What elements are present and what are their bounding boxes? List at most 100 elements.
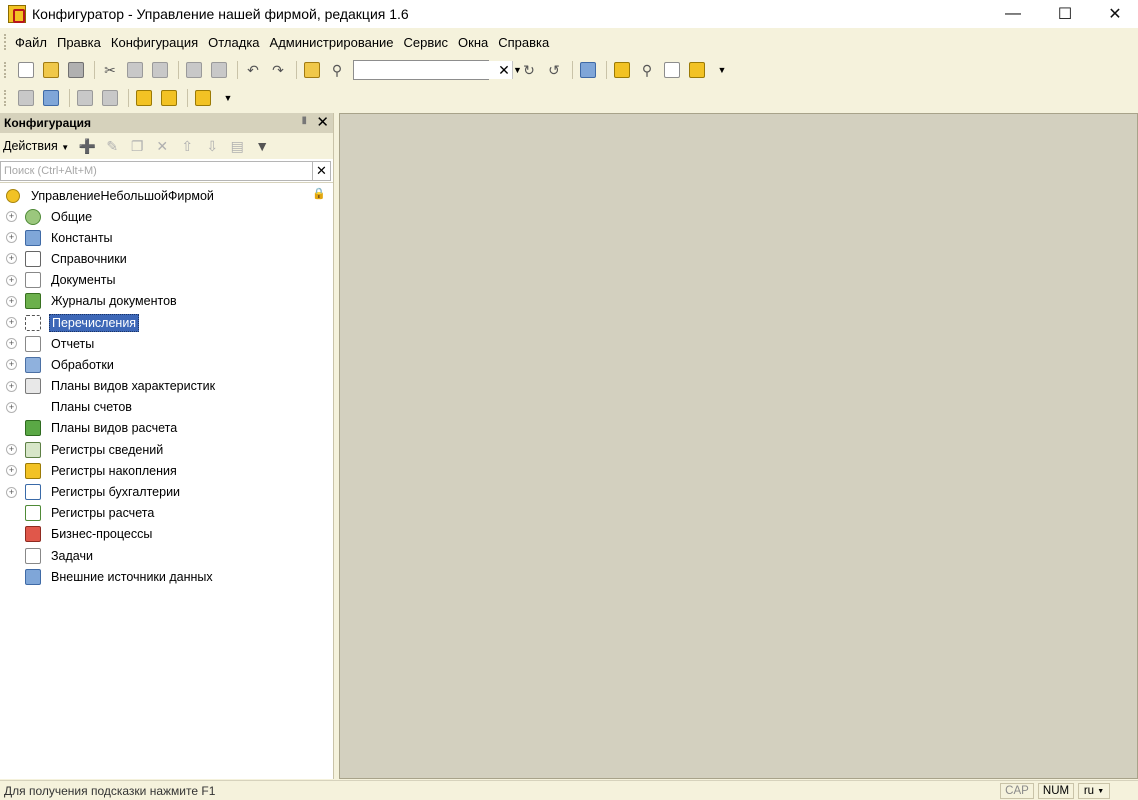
tree-root[interactable]: УправлениеНебольшойФирмой 🔒 bbox=[0, 185, 332, 206]
tree-item-journals[interactable]: + Журналы документов bbox=[0, 291, 332, 312]
menu-service[interactable]: Сервис bbox=[404, 33, 449, 52]
run-enterprise-button[interactable] bbox=[158, 87, 180, 109]
print-preview-button[interactable] bbox=[208, 59, 230, 81]
filter-button[interactable]: ▼ bbox=[252, 136, 272, 156]
tree-item-processing[interactable]: + Обработки bbox=[0, 354, 332, 375]
clear-search-button[interactable]: ✕ bbox=[493, 59, 515, 81]
debug-connect-button[interactable] bbox=[192, 87, 214, 109]
windows-button[interactable] bbox=[577, 59, 599, 81]
new-document-button[interactable] bbox=[15, 59, 37, 81]
syntax-assistant-button[interactable] bbox=[611, 59, 633, 81]
expand-icon[interactable]: + bbox=[6, 317, 17, 329]
search-combo-input[interactable] bbox=[354, 61, 512, 79]
menu-debug[interactable]: Отладка bbox=[208, 33, 259, 52]
tree-item-calculation-registers[interactable]: Регистры расчета bbox=[0, 503, 332, 524]
tree-item-business-processes[interactable]: Бизнес-процессы bbox=[0, 524, 332, 545]
menu-configuration[interactable]: Конфигурация bbox=[111, 33, 198, 52]
open-button[interactable] bbox=[40, 59, 62, 81]
language-indicator[interactable]: ru ▼ bbox=[1078, 783, 1110, 799]
tree-item-accounting-registers[interactable]: + Регистры бухгалтерии bbox=[0, 481, 332, 502]
search-help-button[interactable]: ⚲ bbox=[636, 59, 658, 81]
tree-item-common[interactable]: + Общие bbox=[0, 206, 332, 227]
tree-item-accumulation-registers[interactable]: + Регистры накопления bbox=[0, 460, 332, 481]
tree-item-characteristic-plans[interactable]: + Планы видов характеристик bbox=[0, 376, 332, 397]
compare-button[interactable] bbox=[74, 87, 96, 109]
menu-administration[interactable]: Администрирование bbox=[270, 33, 394, 52]
open-config-button[interactable] bbox=[15, 87, 37, 109]
find-next-button[interactable]: ↻ bbox=[518, 59, 540, 81]
actions-menu-button[interactable]: Действия ▼ bbox=[3, 139, 69, 153]
print-button[interactable] bbox=[183, 59, 205, 81]
menu-windows[interactable]: Окна bbox=[458, 33, 488, 52]
menu-help[interactable]: Справка bbox=[498, 33, 549, 52]
find-in-files-button[interactable] bbox=[301, 59, 323, 81]
find-previous-button[interactable]: ↺ bbox=[543, 59, 565, 81]
cut-button[interactable]: ✂ bbox=[99, 59, 121, 81]
minimize-button[interactable]: — bbox=[988, 0, 1038, 28]
redo-button[interactable]: ↷ bbox=[267, 59, 289, 81]
expand-icon[interactable]: + bbox=[6, 232, 17, 244]
move-up-button[interactable]: ⇧ bbox=[177, 136, 197, 156]
move-down-button[interactable]: ⇩ bbox=[202, 136, 222, 156]
db-update-icon bbox=[43, 90, 59, 106]
delete-button[interactable]: ✕ bbox=[152, 136, 172, 156]
add-button[interactable]: ➕ bbox=[77, 136, 97, 156]
search-combobox[interactable]: ▼ bbox=[353, 60, 522, 80]
save-button[interactable] bbox=[65, 59, 87, 81]
expand-icon[interactable]: + bbox=[6, 211, 17, 223]
paste-button[interactable] bbox=[149, 59, 171, 81]
tree-item-info-registers[interactable]: + Регистры сведений bbox=[0, 439, 332, 460]
expand-icon[interactable]: + bbox=[6, 401, 17, 413]
table-button[interactable] bbox=[99, 87, 121, 109]
help-search-icon: ⚲ bbox=[641, 61, 653, 78]
tree-item-catalogs[interactable]: + Справочники bbox=[0, 248, 332, 269]
tree-item-tasks[interactable]: Задачи bbox=[0, 545, 332, 566]
expand-icon[interactable]: + bbox=[6, 295, 17, 307]
expand-icon[interactable]: + bbox=[6, 338, 17, 350]
tree-item-documents[interactable]: + Документы bbox=[0, 270, 332, 291]
menu-grip[interactable] bbox=[4, 34, 7, 50]
help-contents-button[interactable] bbox=[661, 59, 683, 81]
menu-edit[interactable]: Правка bbox=[57, 33, 101, 52]
info-registers-icon bbox=[25, 441, 41, 458]
tree-item-external-sources[interactable]: Внешние источники данных bbox=[0, 566, 332, 587]
expand-icon[interactable]: + bbox=[6, 444, 17, 456]
copy-button[interactable] bbox=[124, 59, 146, 81]
toolbar-grip[interactable] bbox=[4, 62, 7, 78]
window-title: Конфигуратор - Управление нашей фирмой, … bbox=[32, 6, 409, 22]
expand-icon[interactable]: + bbox=[6, 274, 17, 286]
start-debug-button[interactable] bbox=[133, 87, 155, 109]
tree-item-calculation-plans[interactable]: Планы видов расчета bbox=[0, 418, 332, 439]
pin-icon[interactable]: ▮ bbox=[301, 115, 307, 126]
panel-close-button[interactable]: ✕ bbox=[316, 113, 329, 131]
toolbar2-more-button[interactable]: ▼ bbox=[217, 87, 239, 109]
find-button[interactable]: ⚲ bbox=[326, 59, 348, 81]
tree-search-input[interactable] bbox=[0, 160, 313, 181]
enums-icon bbox=[25, 314, 41, 331]
configuration-tree: УправлениеНебольшойФирмой 🔒 + Общие + Конст… bbox=[0, 185, 332, 587]
tree-item-enums[interactable]: + Перечисления bbox=[0, 312, 332, 333]
edit-button[interactable]: ✎ bbox=[102, 136, 122, 156]
common-icon bbox=[25, 208, 41, 225]
expand-icon[interactable]: + bbox=[6, 380, 17, 392]
properties-button[interactable]: ▤ bbox=[227, 136, 247, 156]
update-config-button[interactable] bbox=[40, 87, 62, 109]
search-clear-button[interactable]: ✕ bbox=[313, 160, 331, 181]
toolbar-more-button[interactable]: ▼ bbox=[711, 59, 733, 81]
expand-icon[interactable]: + bbox=[6, 486, 17, 498]
expand-icon[interactable]: + bbox=[6, 359, 17, 371]
undo-button[interactable]: ↶ bbox=[242, 59, 264, 81]
menu-file[interactable]: Файл bbox=[15, 33, 47, 52]
tree-item-constants[interactable]: + Константы bbox=[0, 227, 332, 248]
expand-icon[interactable]: + bbox=[6, 253, 17, 265]
about-button[interactable] bbox=[686, 59, 708, 81]
close-window-button[interactable]: ✕ bbox=[1090, 0, 1138, 28]
maximize-button[interactable]: ☐ bbox=[1040, 0, 1090, 28]
tree-item-chart-of-accounts[interactable]: + Планы счетов bbox=[0, 397, 332, 418]
play-outline-icon bbox=[161, 90, 177, 106]
toolbar-grip[interactable] bbox=[4, 90, 7, 106]
tree-item-reports[interactable]: + Отчеты bbox=[0, 333, 332, 354]
expand-icon[interactable]: + bbox=[6, 465, 17, 477]
copy-item-button[interactable]: ❐ bbox=[127, 136, 147, 156]
